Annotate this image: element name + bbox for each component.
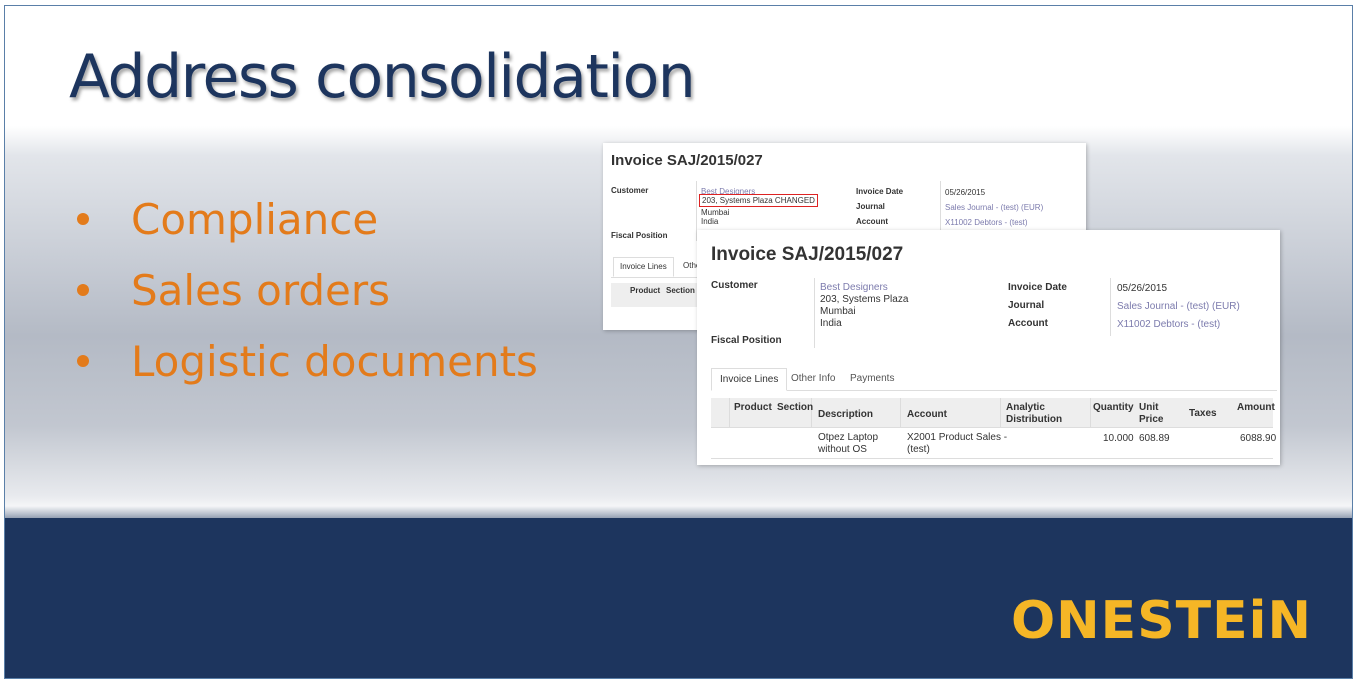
slide-title: Address consolidation: [69, 42, 696, 112]
fiscal-position-label: Fiscal Position: [611, 231, 668, 240]
bullet-dot-icon: [77, 284, 89, 296]
line-unit-price: 608.89: [1139, 433, 1170, 444]
slide: Address consolidation Compliance Sales o…: [4, 5, 1353, 679]
account-label: Account: [1008, 318, 1048, 329]
tab-invoice-lines[interactable]: Invoice Lines: [613, 257, 674, 277]
invoice-date-label: Invoice Date: [856, 187, 904, 196]
column-description: Description: [818, 409, 874, 420]
address-value: 203, Systems Plaza: [820, 294, 909, 305]
divider: [1090, 398, 1091, 427]
column-account: Account: [907, 409, 947, 420]
customer-label: Customer: [611, 186, 649, 195]
divider: [1000, 398, 1001, 427]
column-section: Section: [777, 402, 814, 413]
country-value: India: [820, 318, 842, 329]
journal-link[interactable]: Sales Journal - (test) (EUR): [945, 203, 1043, 212]
bullet-dot-icon: [77, 355, 89, 367]
journal-label: Journal: [856, 202, 885, 211]
fiscal-position-label: Fiscal Position: [711, 335, 782, 346]
bullet-text: Compliance: [131, 195, 379, 244]
tab-invoice-lines[interactable]: Invoice Lines: [711, 368, 788, 391]
tab-other-info[interactable]: Other Info: [783, 368, 843, 389]
customer-label: Customer: [711, 280, 758, 291]
onestein-logo: ONESTEiN: [1010, 591, 1312, 651]
city-value: Mumbai: [701, 208, 730, 217]
account-link[interactable]: X11002 Debtors - (test): [945, 218, 1028, 227]
row-divider: [711, 458, 1273, 459]
divider: [900, 398, 901, 427]
tab-bar: Invoice Lines Other Info Payments: [711, 368, 1277, 391]
city-value: Mumbai: [820, 306, 856, 317]
invoice-date-label: Invoice Date: [1008, 282, 1067, 293]
column-product: Product: [734, 402, 772, 413]
bullet-dot-icon: [77, 213, 89, 225]
invoice-title: Invoice SAJ/2015/027: [711, 244, 904, 265]
divider: [1110, 278, 1111, 336]
line-amount: 6088.90: [1240, 433, 1277, 444]
customer-link[interactable]: Best Designers: [820, 282, 888, 293]
country-value: India: [701, 217, 719, 226]
tab-payments[interactable]: Payments: [842, 368, 902, 389]
column-analytic-distribution: Analytic Distribution: [1006, 402, 1063, 425]
line-quantity: 10.000: [1103, 433, 1134, 444]
column-amount: Amount: [1237, 402, 1275, 413]
invoice-date-value: 05/26/2015: [1117, 283, 1168, 294]
bullet-item: Compliance: [75, 184, 538, 255]
column-taxes: Taxes: [1189, 408, 1217, 419]
invoice-screenshot-current: Invoice SAJ/2015/027 Customer Best Desig…: [697, 230, 1280, 465]
column-product: Product: [630, 286, 661, 295]
bullet-text: Sales orders: [131, 266, 391, 315]
column-unit-price: Unit Price: [1139, 402, 1164, 425]
tab-bar: Invoice Lines Other: [611, 257, 703, 278]
bullet-text: Logistic documents: [131, 337, 538, 386]
journal-link[interactable]: Sales Journal - (test) (EUR): [1117, 301, 1240, 312]
column-section: Section: [666, 286, 695, 295]
line-description: Otpez Laptop without OS: [818, 432, 879, 455]
invoice-title: Invoice SAJ/2015/027: [611, 152, 763, 169]
divider: [814, 278, 815, 348]
account-label: Account: [856, 217, 888, 226]
address-changed-highlight: 203, Systems Plaza CHANGED: [699, 194, 818, 207]
invoice-date-value: 05/26/2015: [945, 188, 986, 197]
bullet-item: Logistic documents: [75, 326, 538, 397]
divider: [729, 398, 730, 427]
bullet-list: Compliance Sales orders Logistic documen…: [75, 184, 538, 397]
divider: [940, 181, 941, 231]
line-account: X2001 Product Sales - (test): [907, 432, 1008, 455]
account-link[interactable]: X11002 Debtors - (test): [1117, 319, 1220, 330]
bullet-item: Sales orders: [75, 255, 538, 326]
journal-label: Journal: [1008, 300, 1045, 311]
column-quantity: Quantity: [1093, 402, 1134, 413]
